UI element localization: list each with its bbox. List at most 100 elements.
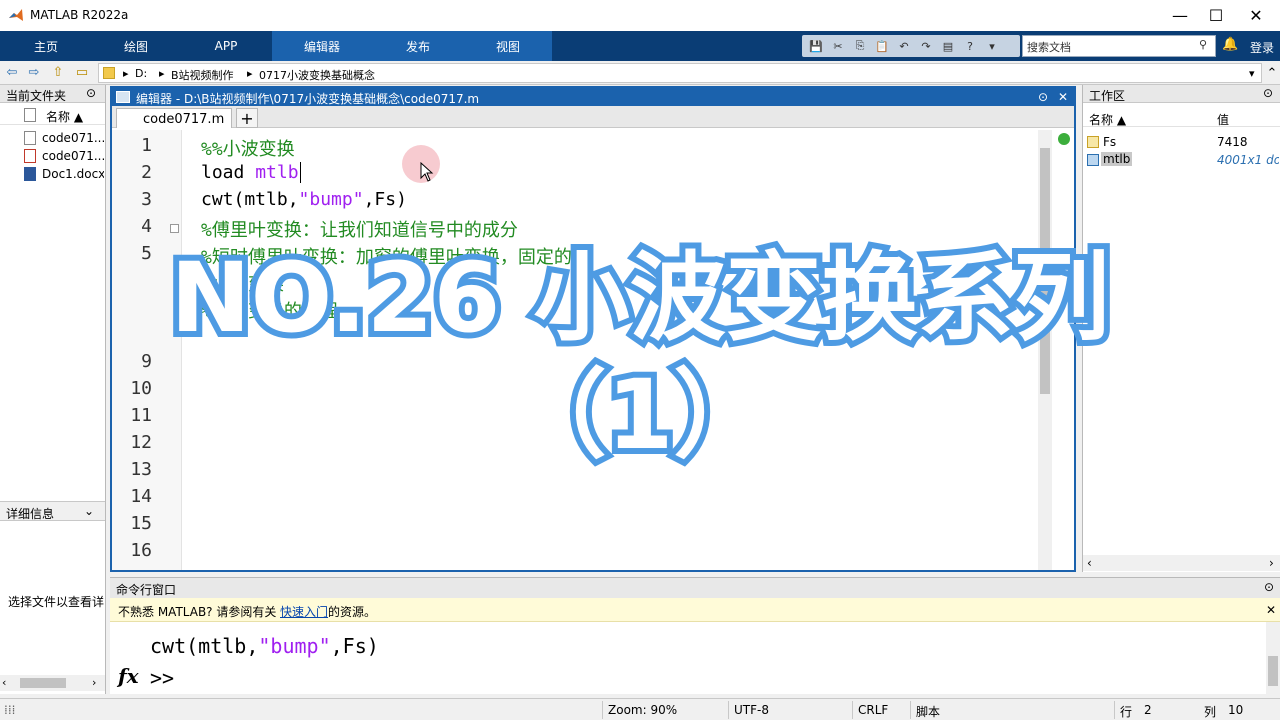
address-bar: ⇦ ⇨ ⇧ ▭ ▸ D: ▸ B站视频制作 ▸ 0717小波变换基础概念 ▾ ⌃ (0, 61, 1280, 85)
path-folder1[interactable]: B站视频制作 (171, 67, 234, 83)
window-title: MATLAB R2022a (30, 8, 129, 22)
tab-apps[interactable]: APP (180, 31, 272, 61)
login-link[interactable]: 登录 (1250, 39, 1274, 56)
editor-header: 编辑器 - D:\B站视频制作\0717小波变换基础概念\code0717.m … (112, 88, 1074, 106)
new-tab-button[interactable]: + (236, 108, 258, 128)
path-drive[interactable]: D: (135, 67, 147, 80)
save-icon[interactable]: 💾 (808, 38, 824, 54)
file-name: Doc1.docx (42, 167, 104, 181)
path-sep-icon: ▸ (159, 67, 165, 80)
line-number: 15 (130, 513, 152, 534)
cut-icon[interactable]: ✂ (830, 38, 846, 54)
fold-toggle-icon[interactable] (170, 224, 179, 233)
search-documentation-input[interactable]: 搜索文档 ⚲ (1022, 35, 1216, 57)
up-folder-icon[interactable]: ⇧ (50, 64, 66, 80)
panel-menu-icon[interactable]: ⊙ (1264, 580, 1274, 594)
paste-icon[interactable]: 📋 (874, 38, 890, 54)
path-dropdown-icon[interactable]: ▾ (1249, 67, 1255, 80)
title-bar: MATLAB R2022a — ☐ ✕ (0, 0, 1280, 31)
copy-icon[interactable]: ⎘ (852, 38, 868, 54)
bell-icon[interactable]: 🔔 (1222, 37, 1238, 52)
workspace-header: 工作区 ⊙ (1083, 85, 1280, 103)
panel-menu-icon[interactable]: ⊙ (1263, 86, 1273, 100)
close-hint-icon[interactable]: ✕ (1266, 603, 1276, 617)
folder-column-header[interactable]: 名称 ▲ (0, 105, 105, 125)
maximize-button[interactable]: ☐ (1196, 3, 1236, 27)
details-hint: 选择文件以查看详 (8, 595, 105, 609)
tab-plots[interactable]: 绘图 (92, 31, 180, 61)
workspace-variable-row[interactable]: mtlb 4001x1 dou (1083, 151, 1280, 169)
quick-start-link[interactable]: 快速入门 (280, 603, 328, 620)
encoding: UTF-8 (734, 703, 769, 717)
minimize-button[interactable]: — (1160, 3, 1200, 27)
undo-icon[interactable]: ↶ (896, 38, 912, 54)
text-cursor (299, 162, 301, 183)
command-history-line: cwt(mtlb,"bump",Fs) (150, 634, 379, 658)
tab-publish[interactable]: 发布 (372, 31, 464, 61)
tab-code0717[interactable]: code0717.m (116, 108, 232, 128)
scroll-thumb[interactable] (20, 678, 66, 688)
mouse-pointer-icon (420, 162, 434, 182)
scroll-left-icon[interactable]: ‹ (2, 676, 6, 689)
code-line-3: cwt(mtlb,"bump",Fs) (201, 189, 407, 210)
scroll-left-icon[interactable]: ‹ (1087, 556, 1092, 570)
command-window-title: 命令行窗口 (116, 583, 177, 597)
editor-menu-icon[interactable]: ⊙ (1038, 90, 1048, 104)
file-name: code071... (42, 149, 104, 163)
browse-folder-icon[interactable]: ▭ (74, 64, 90, 80)
command-window-scrollbar[interactable] (1266, 622, 1280, 694)
name-column-label[interactable]: 名称 ▲ (1089, 111, 1126, 128)
file-icon (24, 131, 36, 145)
tab-home[interactable]: 主页 (0, 31, 92, 61)
details-header[interactable]: 详细信息 ⌄ (0, 501, 105, 521)
pencil-icon (116, 91, 130, 103)
path-folder2[interactable]: 0717小波变换基础概念 (259, 67, 375, 83)
chevron-down-icon[interactable]: ⌄ (84, 504, 94, 518)
close-button[interactable]: ✕ (1236, 3, 1276, 27)
back-arrow-icon[interactable]: ⇦ (4, 64, 20, 80)
tab-editor[interactable]: 编辑器 (272, 31, 372, 61)
scroll-right-icon[interactable]: › (1269, 556, 1274, 570)
line-number: 1 (141, 135, 152, 156)
function-browser-icon[interactable]: fx (118, 664, 139, 688)
code-analyzer-ok-icon[interactable] (1058, 133, 1070, 145)
redo-icon[interactable]: ↷ (918, 38, 934, 54)
command-prompt[interactable]: >> (150, 666, 174, 690)
search-icon[interactable]: ⚲ (1199, 38, 1207, 51)
workspace-column-header[interactable]: 名称 ▲ 值 (1083, 107, 1280, 127)
forward-arrow-icon[interactable]: ⇨ (26, 64, 42, 80)
customize-icon[interactable]: ▾ (984, 38, 1000, 54)
workspace-horizontal-scrollbar[interactable]: ‹ › (1083, 555, 1280, 571)
scroll-right-icon[interactable]: › (92, 676, 96, 689)
command-window-header: 命令行窗口 ⊙ (110, 578, 1280, 598)
status-separator (852, 701, 853, 719)
var-value: 4001x1 dou (1217, 153, 1279, 167)
value-column-label[interactable]: 值 (1217, 111, 1229, 128)
file-item[interactable]: code071... (0, 129, 105, 147)
editor-close-icon[interactable]: ✕ (1058, 90, 1068, 104)
word-doc-icon (24, 167, 36, 181)
row-value: 2 (1144, 703, 1152, 717)
col-label: 列 (1204, 705, 1217, 719)
tab-label: code0717.m (143, 112, 225, 127)
current-path[interactable]: ▸ D: ▸ B站视频制作 ▸ 0717小波变换基础概念 ▾ (98, 63, 1262, 83)
workspace-variable-row[interactable]: Fs 7418 (1083, 133, 1280, 151)
line-number: 16 (130, 540, 152, 561)
address-expand-icon[interactable]: ⌃ (1264, 65, 1280, 81)
file-column-icon (24, 108, 36, 122)
workspace-title: 工作区 (1089, 89, 1126, 103)
status-separator (602, 701, 603, 719)
help-icon[interactable]: ? (962, 38, 978, 54)
var-value: 7418 (1217, 135, 1248, 149)
name-column-label[interactable]: 名称 ▲ (46, 108, 83, 125)
horizontal-scrollbar[interactable]: ‹ › (0, 675, 105, 691)
status-separator (910, 701, 911, 719)
panel-menu-icon[interactable]: ⊙ (86, 86, 96, 100)
tab-view[interactable]: 视图 (464, 31, 552, 61)
file-type: 脚本 (916, 705, 941, 719)
scroll-thumb[interactable] (1268, 656, 1278, 686)
status-separator (728, 701, 729, 719)
file-item[interactable]: code071... (0, 147, 105, 165)
switch-windows-icon[interactable]: ▤ (940, 38, 956, 54)
file-item[interactable]: Doc1.docx (0, 165, 105, 183)
